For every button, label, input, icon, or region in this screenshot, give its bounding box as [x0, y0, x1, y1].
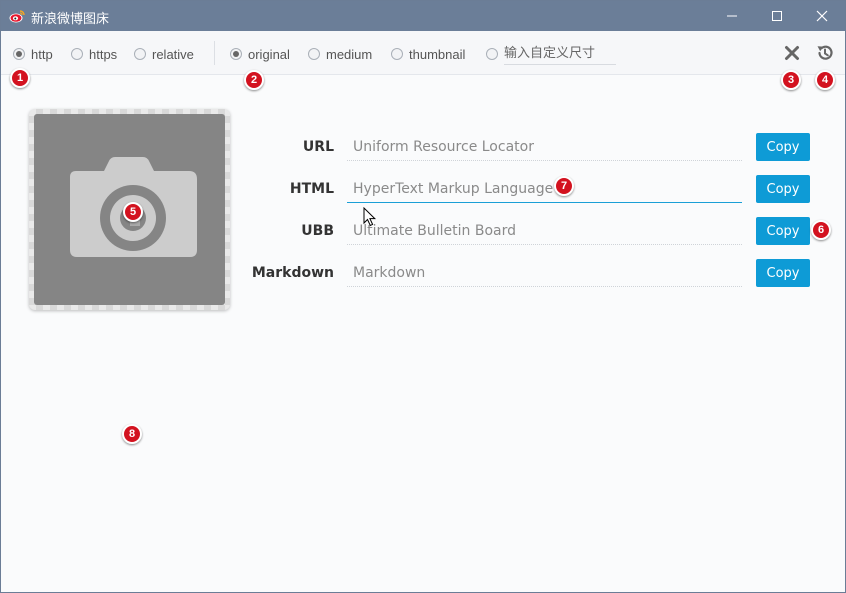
clear-button[interactable]	[781, 42, 803, 64]
weibo-logo-icon	[9, 9, 25, 23]
radio-dot	[308, 48, 320, 60]
size-radio-medium[interactable]: medium	[308, 45, 372, 63]
radio-label: relative	[152, 46, 194, 62]
radio-label: thumbnail	[409, 46, 466, 62]
html-field[interactable]	[347, 175, 742, 203]
annotation-badge-1: 1	[10, 68, 30, 88]
window-title: 新浪微博图床	[31, 12, 110, 27]
protocol-radio-http[interactable]: http	[13, 45, 53, 63]
radio-label: https	[89, 46, 118, 62]
mouse-cursor-icon	[363, 207, 377, 227]
radio-dot	[391, 48, 403, 60]
copy-ubb-button[interactable]: Copy	[756, 217, 810, 245]
history-button[interactable]	[814, 42, 836, 64]
annotation-badge-8: 8	[122, 424, 142, 444]
size-radio-original[interactable]: original	[230, 45, 290, 63]
markdown-label: Markdown	[251, 265, 334, 281]
radio-dot	[71, 48, 83, 60]
ubb-label: UBB	[301, 223, 334, 239]
annotation-badge-7: 7	[554, 176, 574, 196]
custom-size-input[interactable]	[504, 43, 616, 65]
url-label: URL	[302, 139, 334, 155]
radio-dot	[134, 48, 146, 60]
copy-html-button[interactable]: Copy	[756, 175, 810, 203]
maximize-icon	[772, 11, 782, 21]
close-window-button[interactable]	[799, 1, 845, 31]
maximize-button[interactable]	[754, 1, 800, 31]
minimize-icon	[727, 15, 737, 17]
copy-markdown-button[interactable]: Copy	[756, 259, 810, 287]
protocol-radio-https[interactable]: https	[71, 45, 117, 63]
protocol-radio-relative[interactable]: relative	[134, 45, 194, 63]
radio-label: medium	[326, 46, 373, 62]
history-icon	[817, 45, 833, 60]
size-radio-thumbnail[interactable]: thumbnail	[391, 45, 465, 63]
url-field[interactable]	[347, 133, 742, 161]
app-window: 新浪微博图床 http https relative original medi…	[0, 0, 846, 593]
markdown-field[interactable]	[347, 259, 742, 287]
close-icon	[816, 10, 828, 22]
html-label: HTML	[289, 181, 334, 197]
close-x-icon	[785, 46, 799, 60]
annotation-badge-5: 5	[123, 202, 143, 222]
annotation-badge-2: 2	[244, 70, 264, 90]
copy-url-button[interactable]: Copy	[756, 133, 810, 161]
minimize-button[interactable]	[709, 1, 755, 31]
toolbar-divider	[214, 41, 215, 65]
annotation-badge-4: 4	[815, 70, 835, 90]
annotation-badge-3: 3	[781, 70, 801, 90]
size-radio-custom[interactable]	[486, 45, 504, 63]
annotation-badge-6: 6	[811, 220, 831, 240]
radio-dot	[13, 48, 25, 60]
radio-label: http	[31, 46, 53, 62]
title-bar: 新浪微博图床	[1, 1, 845, 31]
radio-dot	[230, 48, 242, 60]
radio-label: original	[248, 46, 290, 62]
radio-dot	[486, 48, 498, 60]
ubb-field[interactable]	[347, 217, 742, 245]
toolbar: http https relative original medium thum…	[1, 31, 845, 75]
